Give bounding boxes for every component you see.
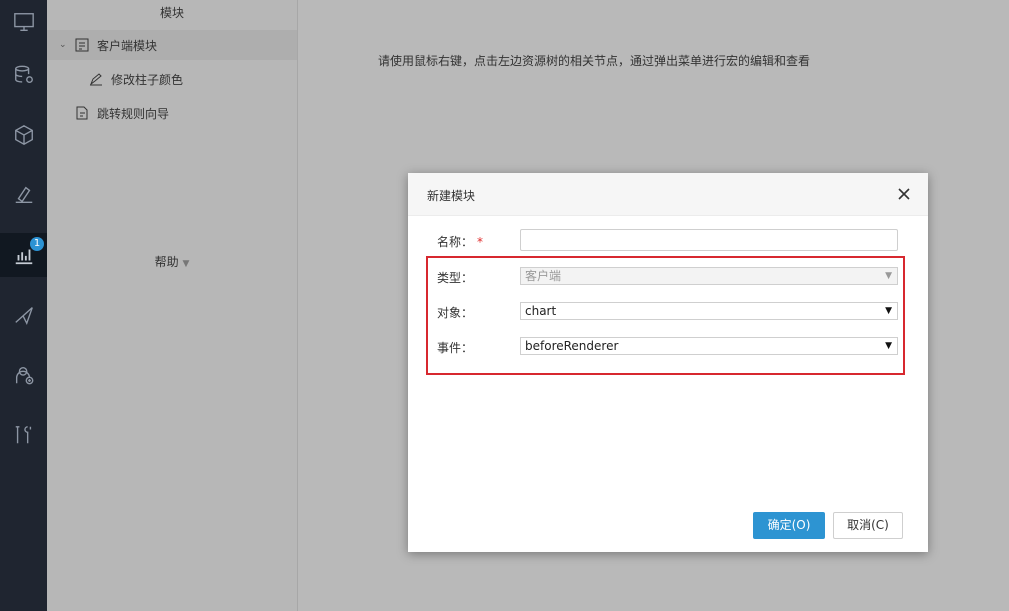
- rail-item-user[interactable]: [0, 353, 47, 397]
- document-link-icon: [76, 106, 88, 120]
- tools-icon: [15, 426, 31, 444]
- event-label: 事件：: [437, 341, 474, 355]
- name-input[interactable]: [520, 229, 898, 251]
- chevron-down-icon[interactable]: ⌄: [59, 40, 71, 50]
- notification-badge: 1: [30, 237, 44, 251]
- cube-icon: [14, 125, 33, 145]
- object-select-value: chart: [525, 304, 557, 318]
- edit-icon: [89, 73, 102, 86]
- type-label: 类型：: [437, 271, 474, 285]
- ok-button[interactable]: 确定(O): [753, 512, 825, 539]
- name-label-text: 名称：: [437, 235, 474, 249]
- rail-item-cube[interactable]: [0, 113, 47, 157]
- close-icon[interactable]: [896, 186, 912, 202]
- tree-node-label: 客户端模块: [97, 38, 158, 53]
- caret-down-icon: ▼: [885, 306, 892, 316]
- object-label: 对象：: [437, 306, 474, 320]
- tree-node-client-module[interactable]: ⌄ 客户端模块: [47, 30, 297, 60]
- module-tree-panel: 模块 ⌄ 客户端模块 修改柱子颜色 跳转规则向导 帮助 ▼: [47, 0, 298, 611]
- tree-node-jump-wizard[interactable]: 跳转规则向导: [47, 98, 297, 128]
- monitor-icon: [13, 13, 34, 31]
- icon-rail: 1: [0, 0, 47, 611]
- tree-title: 模块: [159, 6, 184, 20]
- event-select-value: beforeRenderer: [525, 339, 619, 353]
- module-icon: [75, 38, 89, 52]
- rail-item-design[interactable]: [0, 173, 47, 217]
- cancel-button[interactable]: 取消(C): [833, 512, 903, 539]
- rail-item-chart[interactable]: 1: [0, 233, 47, 277]
- new-module-dialog: 新建模块 名称： * 类型： 客户端 ▼ 对象： chart ▼ 事件： befo…: [408, 173, 928, 552]
- caret-down-icon: ▼: [182, 259, 190, 269]
- rail-item-monitor[interactable]: [0, 0, 47, 44]
- send-icon: [14, 307, 33, 326]
- pen-design-icon: [15, 186, 32, 204]
- help-label: 帮助: [154, 255, 179, 269]
- object-select[interactable]: chart ▼: [520, 302, 898, 320]
- dialog-title: 新建模块: [427, 189, 476, 203]
- rail-item-database[interactable]: [0, 53, 47, 97]
- database-gear-icon: [14, 65, 33, 84]
- caret-down-icon: ▼: [885, 271, 892, 281]
- required-mark: *: [477, 235, 484, 249]
- tree-node-modify-color[interactable]: 修改柱子颜色: [47, 64, 297, 94]
- dialog-header: 新建模块: [408, 173, 928, 216]
- user-add-icon: [15, 366, 33, 385]
- rail-item-tools[interactable]: [0, 413, 47, 457]
- tree-node-label: 跳转规则向导: [97, 106, 170, 121]
- help-dropdown[interactable]: 帮助 ▼: [47, 253, 297, 270]
- tree-node-label: 修改柱子颜色: [111, 72, 184, 87]
- rail-item-send[interactable]: [0, 293, 47, 337]
- main-hint-text: 请使用鼠标右键，点击左边资源树的相关节点，通过弹出菜单进行宏的编辑和查看: [378, 54, 811, 68]
- name-label: 名称： *: [437, 233, 483, 250]
- type-select-value: 客户端: [525, 269, 562, 283]
- caret-down-icon: ▼: [885, 341, 892, 351]
- event-select[interactable]: beforeRenderer ▼: [520, 337, 898, 355]
- type-select[interactable]: 客户端 ▼: [520, 267, 898, 285]
